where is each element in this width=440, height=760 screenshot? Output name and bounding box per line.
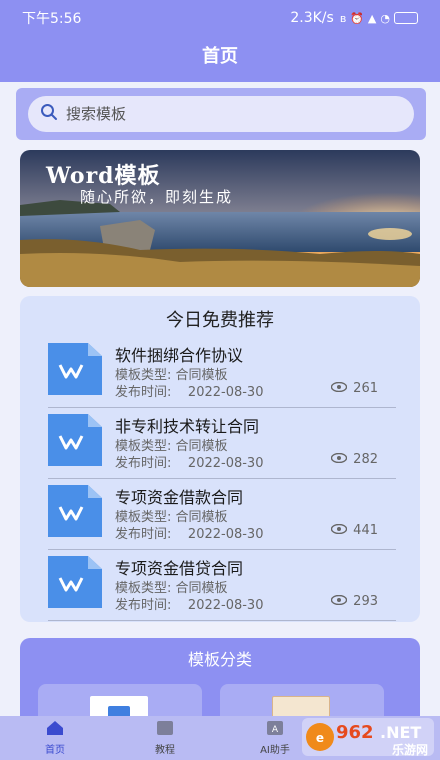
date-label: 发布时间: (115, 456, 172, 471)
publish-date: 发布时间: 2022-08-30 (115, 594, 263, 613)
tab-tutorial[interactable]: 教程 (110, 716, 220, 760)
view-count-value: 282 (353, 452, 378, 467)
status-icons: ʙ ⏰ ▲ ◔ (340, 12, 418, 25)
signal-icon: ▲ (367, 11, 377, 25)
eye-icon (330, 523, 348, 538)
battery-icon (394, 12, 418, 24)
watermark-number: 962 (336, 722, 374, 743)
template-name: 非专利技术转让合同 (115, 417, 260, 436)
status-bar: 下午5:56 2.3K/s ʙ ⏰ ▲ ◔ (0, 0, 440, 36)
view-count-value: 261 (353, 381, 378, 396)
eye-icon (330, 381, 348, 396)
view-count-value: 293 (353, 594, 378, 609)
page-title: 首页 (202, 46, 238, 67)
template-name: 软件捆绑合作协议 (115, 346, 244, 365)
top-header: 下午5:56 2.3K/s ʙ ⏰ ▲ ◔ 首页 (0, 0, 440, 82)
search-icon (40, 103, 58, 125)
date-value: 2022-08-30 (187, 456, 264, 471)
date-value: 2022-08-30 (187, 598, 264, 613)
eye-icon (330, 452, 348, 467)
watermark-net: .NET (380, 723, 421, 742)
view-count: 282 (330, 452, 378, 467)
site-watermark: e 962 .NET 乐游网 (302, 716, 434, 758)
publish-date: 发布时间: 2022-08-30 (115, 452, 263, 471)
word-document-icon (48, 343, 102, 395)
tab-home[interactable]: 首页 (0, 716, 110, 760)
banner[interactable]: Word模板 随心所欲，即刻生成 (20, 150, 420, 287)
bluetooth-icon: ʙ (339, 11, 347, 25)
watermark-cn: 乐游网 (392, 742, 428, 757)
svg-text:e: e (316, 731, 324, 745)
home-icon (45, 720, 65, 739)
category-title: 模板分类 (187, 650, 252, 669)
svg-text:A: A (272, 725, 279, 735)
word-document-icon (48, 556, 102, 608)
view-count-value: 441 (353, 523, 378, 538)
list-item[interactable]: 专项资金借贷合同 模板类型: 合同模板 发布时间: 2022-08-30 293 (48, 551, 396, 621)
date-label: 发布时间: (115, 598, 172, 613)
date-label: 发布时间: (115, 527, 172, 542)
recommend-title: 今日免费推荐 (166, 310, 274, 331)
list-item[interactable]: 软件捆绑合作协议 模板类型: 合同模板 发布时间: 2022-08-30 261 (48, 338, 396, 408)
status-right: 2.3K/s ʙ ⏰ ▲ ◔ (290, 10, 418, 26)
book-icon (155, 720, 175, 739)
view-count: 293 (330, 594, 378, 609)
date-value: 2022-08-30 (187, 527, 264, 542)
template-name: 专项资金借款合同 (115, 488, 244, 507)
banner-subtitle: 随心所欲，即刻生成 (80, 188, 234, 206)
recommend-section: 今日免费推荐 软件捆绑合作协议 模板类型: 合同模板 发布时间: 2022-08… (20, 296, 420, 622)
publish-date: 发布时间: 2022-08-30 (115, 523, 263, 542)
wifi-icon: ◔ (380, 11, 390, 25)
tab-label: 教程 (155, 745, 175, 756)
search-bar[interactable] (28, 96, 414, 132)
alarm-icon: ⏰ (350, 11, 364, 25)
date-label: 发布时间: (115, 385, 172, 400)
view-count: 261 (330, 381, 378, 396)
tab-label: 首页 (45, 745, 65, 756)
ai-icon: A (265, 720, 285, 739)
word-document-icon (48, 414, 102, 466)
search-input[interactable] (66, 105, 402, 123)
tab-label: AI助手 (260, 745, 290, 756)
list-item[interactable]: 专项资金借款合同 模板类型: 合同模板 发布时间: 2022-08-30 441 (48, 480, 396, 550)
view-count: 441 (330, 523, 378, 538)
template-name: 专项资金借贷合同 (115, 559, 244, 578)
word-document-icon (48, 485, 102, 537)
publish-date: 发布时间: 2022-08-30 (115, 381, 263, 400)
status-time: 下午5:56 (22, 11, 82, 27)
list-item[interactable]: 非专利技术转让合同 模板类型: 合同模板 发布时间: 2022-08-30 28… (48, 409, 396, 479)
network-speed: 2.3K/s (290, 10, 334, 26)
eye-icon (330, 594, 348, 609)
search-container (16, 88, 426, 140)
date-value: 2022-08-30 (187, 385, 264, 400)
